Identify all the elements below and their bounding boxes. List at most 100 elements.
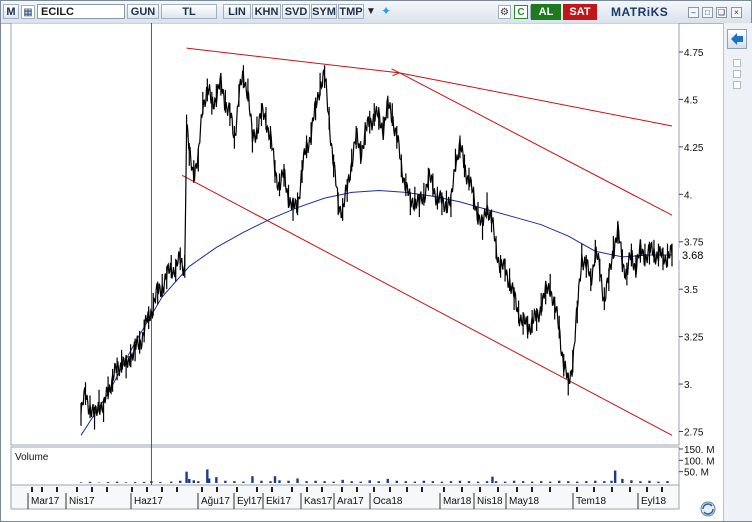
x-minor-tick bbox=[106, 487, 108, 492]
volume-bar bbox=[359, 481, 362, 483]
volume-bar bbox=[269, 481, 272, 483]
scale-lin-button[interactable]: LIN bbox=[223, 4, 251, 19]
x-minor-tick bbox=[341, 487, 343, 492]
x-minor-tick bbox=[176, 487, 178, 492]
scale-sym-button[interactable]: SYM bbox=[311, 4, 337, 19]
maximize-icon[interactable]: □ bbox=[702, 7, 713, 18]
volume-bar bbox=[185, 471, 188, 483]
x-minor-tick bbox=[373, 487, 375, 492]
price-tick-label: 3.5 bbox=[684, 285, 698, 296]
volume-bar bbox=[431, 481, 435, 483]
x-minor-tick bbox=[91, 487, 93, 492]
x-minor-tick bbox=[461, 487, 463, 492]
volume-bar bbox=[610, 480, 613, 483]
refresh-icon[interactable]: C bbox=[514, 5, 528, 19]
buy-button[interactable]: AL bbox=[531, 4, 561, 20]
volume-bar bbox=[170, 481, 173, 483]
x-minor-tick bbox=[421, 487, 423, 492]
x-tick-label: Mar18 bbox=[443, 496, 472, 507]
x-minor-tick bbox=[611, 487, 613, 492]
panel-toggle-icon[interactable] bbox=[733, 70, 741, 78]
restore-icon[interactable]: ❏ bbox=[716, 7, 727, 18]
x-minor-tick bbox=[356, 487, 358, 492]
panel-toggle-icon[interactable] bbox=[733, 81, 741, 89]
volume-label: Volume bbox=[15, 452, 49, 463]
x-minor-tick bbox=[306, 487, 308, 492]
scale-tmp-button[interactable]: TMP bbox=[338, 4, 364, 19]
back-arrow-icon[interactable] bbox=[727, 29, 747, 49]
x-minor-tick bbox=[576, 487, 578, 492]
symbol-list-icon[interactable]: ▦ bbox=[21, 5, 35, 19]
volume-bar bbox=[585, 481, 588, 483]
volume-bar bbox=[404, 481, 408, 483]
x-minor-tick bbox=[236, 487, 238, 492]
x-minor-tick bbox=[406, 487, 408, 492]
volume-tick-label: 100. M bbox=[684, 456, 715, 467]
price-tick-label: 3. bbox=[684, 380, 692, 391]
x-minor-tick bbox=[531, 487, 533, 492]
symbol-input[interactable]: ECILC bbox=[37, 4, 125, 19]
close-icon[interactable]: × bbox=[731, 7, 742, 18]
price-tick-label: 4.5 bbox=[684, 95, 698, 106]
volume-bar bbox=[639, 481, 642, 483]
volume-bar bbox=[576, 481, 579, 483]
x-minor-tick bbox=[41, 487, 43, 492]
x-tick-label: Eyl17 bbox=[237, 496, 262, 507]
price-tick-label: 4.75 bbox=[684, 48, 704, 59]
scale-khn-button[interactable]: KHN bbox=[252, 4, 281, 19]
currency-button[interactable]: TL bbox=[161, 4, 217, 19]
x-tick-label: Eki17 bbox=[266, 496, 291, 507]
volume-bar bbox=[368, 480, 371, 483]
volume-bar bbox=[242, 481, 245, 483]
volume-bar bbox=[630, 480, 633, 483]
chart-window: M ▦ ECILC GUN TL LIN KHN SVD SYM TMP ▼ ✦… bbox=[0, 0, 752, 522]
x-minor-tick bbox=[256, 487, 258, 492]
volume-bar bbox=[296, 478, 299, 483]
volume-tick-label: 150. M bbox=[684, 445, 715, 456]
volume-bar bbox=[657, 481, 660, 483]
volume-bar bbox=[548, 481, 552, 483]
x-tick-label: Oca18 bbox=[373, 496, 403, 507]
x-tick-label: Tem18 bbox=[576, 496, 606, 507]
volume-bar bbox=[476, 481, 480, 483]
panel-toggle-icon[interactable] bbox=[733, 59, 741, 67]
x-minor-tick bbox=[216, 487, 218, 492]
volume-bar bbox=[188, 478, 191, 483]
price-tick-label: 4. bbox=[684, 190, 692, 201]
x-tick-label: Ağu17 bbox=[201, 496, 230, 507]
dropdown-icon[interactable]: ▼ bbox=[365, 5, 377, 19]
volume-bar bbox=[133, 482, 137, 483]
minimize-icon[interactable]: – bbox=[688, 7, 699, 18]
x-minor-tick bbox=[31, 487, 33, 492]
volume-bar bbox=[666, 481, 669, 483]
scale-svd-button[interactable]: SVD bbox=[282, 4, 310, 19]
period-button[interactable]: GUN bbox=[127, 4, 159, 19]
volume-bar bbox=[179, 480, 182, 483]
volume-bar bbox=[603, 481, 606, 483]
volume-bar bbox=[350, 481, 353, 483]
twitter-icon[interactable]: ✦ bbox=[379, 5, 393, 19]
x-minor-tick bbox=[389, 487, 391, 492]
volume-bar bbox=[494, 481, 498, 483]
volume-bar bbox=[332, 481, 335, 483]
settings-icon[interactable]: ⚙ bbox=[498, 5, 511, 19]
volume-bar bbox=[88, 481, 92, 483]
volume-bar bbox=[594, 480, 597, 483]
volume-bar bbox=[124, 482, 128, 483]
x-tick-label: Mar17 bbox=[31, 496, 60, 507]
x-tick-label: Nis18 bbox=[477, 496, 503, 507]
x-tick-label: Kas17 bbox=[304, 496, 333, 507]
x-minor-tick bbox=[271, 487, 273, 492]
volume-bar bbox=[142, 481, 146, 483]
sell-button[interactable]: SAT bbox=[563, 4, 597, 20]
x-minor-tick bbox=[321, 487, 323, 492]
volume-bar bbox=[377, 481, 380, 483]
price-chart[interactable]: 4.75 4.5 4.25 4. 3.75 3.5 3.25 3. 2.75 150. M100… bbox=[1, 23, 723, 521]
volume-bar bbox=[440, 481, 444, 483]
volume-bar bbox=[207, 478, 211, 483]
volume-bar bbox=[558, 480, 561, 483]
scroll-icon[interactable] bbox=[700, 501, 716, 517]
last-value-label: 3.68 bbox=[682, 250, 703, 262]
m-button[interactable]: M bbox=[3, 4, 19, 19]
volume-bar bbox=[648, 480, 651, 483]
